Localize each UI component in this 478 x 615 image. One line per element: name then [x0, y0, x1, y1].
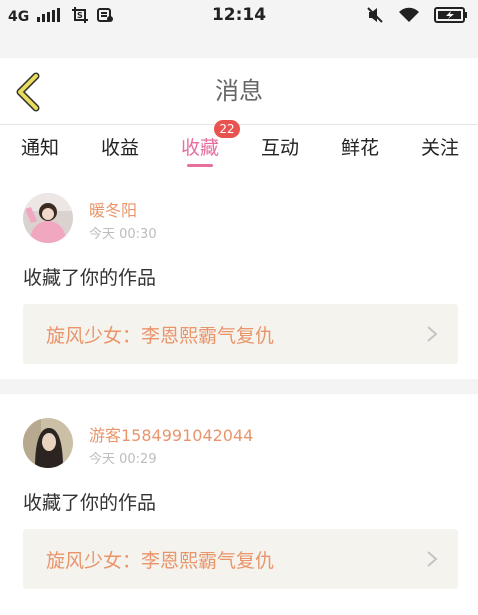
page-header: 消息: [0, 58, 478, 125]
action-text: 收藏了你的作品: [23, 267, 157, 289]
tab-interaction[interactable]: 互动: [261, 125, 299, 173]
status-right: [366, 6, 468, 28]
tab-earnings[interactable]: 收益: [101, 125, 139, 173]
page-title: 消息: [215, 77, 263, 105]
chevron-right-icon: [427, 326, 438, 342]
status-bar: 4G S 12:14: [0, 0, 478, 30]
work-link[interactable]: 旋风少女：李恩熙霸气复仇: [23, 529, 458, 589]
message-card: 游客1584991042044 今天 00:29 收藏了你的作品 旋风少女：李恩…: [0, 394, 478, 615]
battery-icon: [434, 7, 468, 27]
work-title: 旋风少女：李恩熙霸气复仇: [46, 550, 275, 572]
favorites-count-badge: 22: [214, 120, 240, 138]
work-link[interactable]: 旋风少女：李恩熙霸气复仇: [23, 304, 458, 364]
work-title: 旋风少女：李恩熙霸气复仇: [46, 325, 275, 347]
timestamp: 今天 00:29: [89, 452, 157, 467]
tab-follow[interactable]: 关注: [421, 125, 459, 173]
tab-flowers[interactable]: 鲜花: [341, 125, 379, 173]
chevron-right-icon: [427, 551, 438, 567]
tab-notice[interactable]: 通知: [21, 125, 59, 173]
mute-icon: [366, 6, 384, 28]
username[interactable]: 暖冬阳: [89, 197, 137, 221]
avatar[interactable]: [23, 418, 73, 468]
wifi-icon: [398, 7, 420, 27]
active-tab-indicator: [186, 164, 213, 167]
action-text: 收藏了你的作品: [23, 492, 157, 514]
username[interactable]: 游客1584991042044: [89, 422, 253, 446]
avatar[interactable]: [23, 193, 73, 243]
avatar-image: [23, 418, 73, 468]
message-card: 暖冬阳 今天 00:30 收藏了你的作品 旋风少女：李恩熙霸气复仇: [0, 173, 478, 379]
tab-favorites[interactable]: 收藏: [181, 125, 219, 173]
avatar-image: [23, 193, 73, 243]
status-gap: [0, 30, 478, 58]
tab-favorites-label: 收藏: [180, 137, 220, 159]
timestamp: 今天 00:30: [89, 227, 157, 242]
